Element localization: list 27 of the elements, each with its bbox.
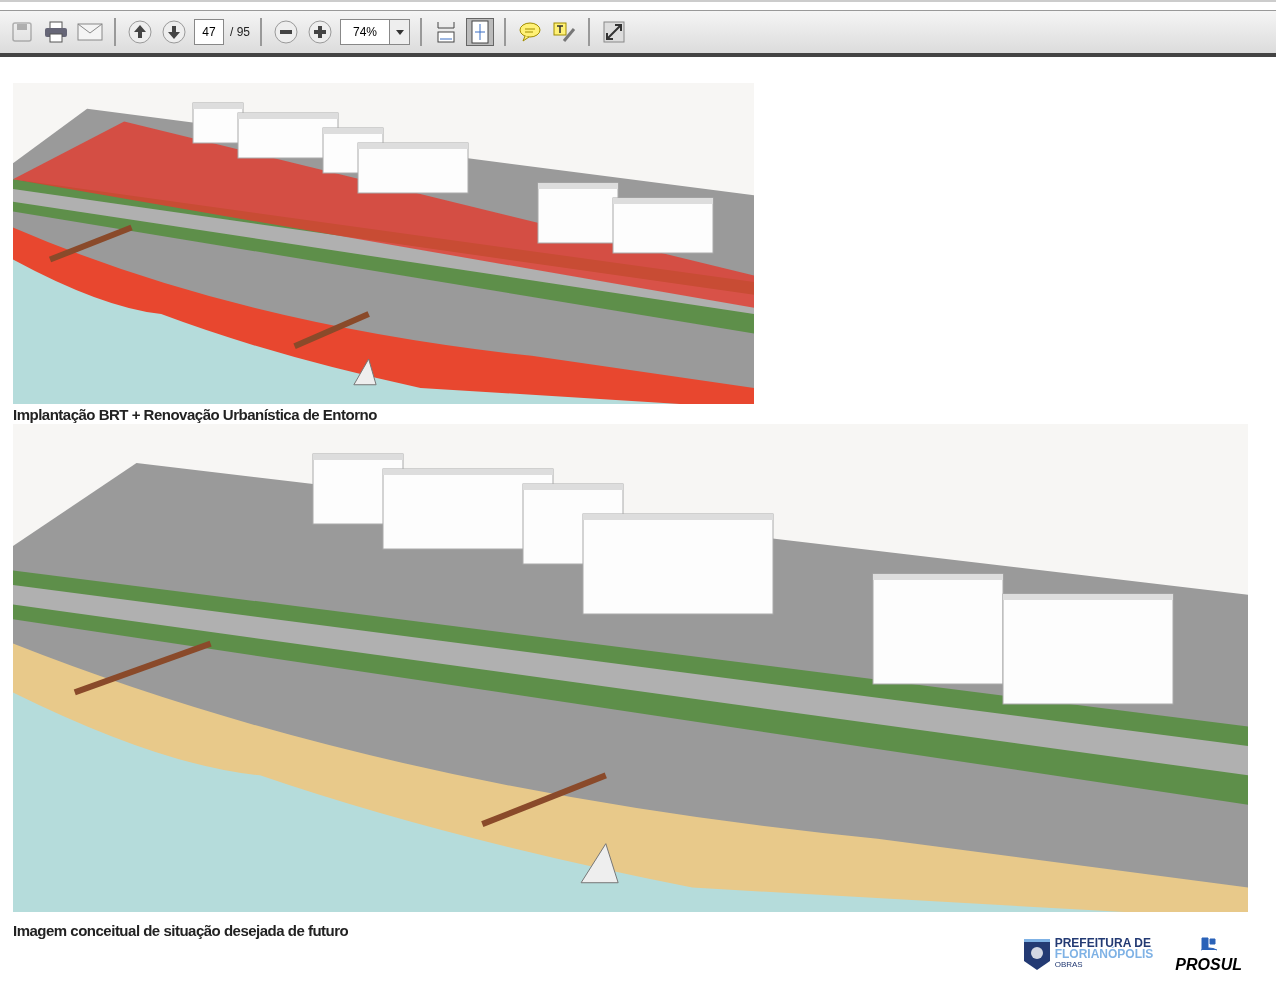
prev-button[interactable]	[126, 18, 154, 46]
zoom-dropdown[interactable]: 74%	[340, 19, 410, 45]
prosul-logo-text: PROSUL	[1175, 954, 1242, 975]
expand-arrows-icon	[603, 21, 625, 43]
page-number-field[interactable]: 47	[194, 19, 224, 45]
figure-caption: Imagem conceitual de situação desejada de futuro	[13, 921, 349, 941]
fit-page-button[interactable]	[466, 18, 494, 46]
next-button[interactable]	[160, 18, 188, 46]
logo-text: PREFEITURA DE	[1054, 938, 1151, 949]
caret-icon	[395, 29, 404, 35]
fit-width-icon	[435, 20, 457, 44]
zoom-in-button[interactable]	[306, 18, 334, 46]
envelope-icon	[77, 23, 103, 41]
figure-caption: Implantação BRT + Renovação Urbanística de Entorno	[13, 405, 377, 424]
logo-text: OBRAS	[1054, 960, 1084, 969]
plus-icon	[308, 20, 332, 44]
print-button[interactable]	[42, 18, 70, 46]
zoom-out-button[interactable]	[272, 18, 300, 46]
page-total: / 95	[230, 24, 250, 41]
fit-page-icon	[470, 20, 490, 44]
wave-logo-icon	[1199, 936, 1218, 953]
minus-icon	[274, 20, 298, 44]
shield-emblem-icon	[1022, 936, 1051, 971]
speech-bubble-icon	[518, 21, 542, 43]
printer-icon	[44, 21, 68, 43]
fullscreen-button[interactable]	[600, 18, 628, 46]
text-pencil-icon	[552, 21, 576, 43]
